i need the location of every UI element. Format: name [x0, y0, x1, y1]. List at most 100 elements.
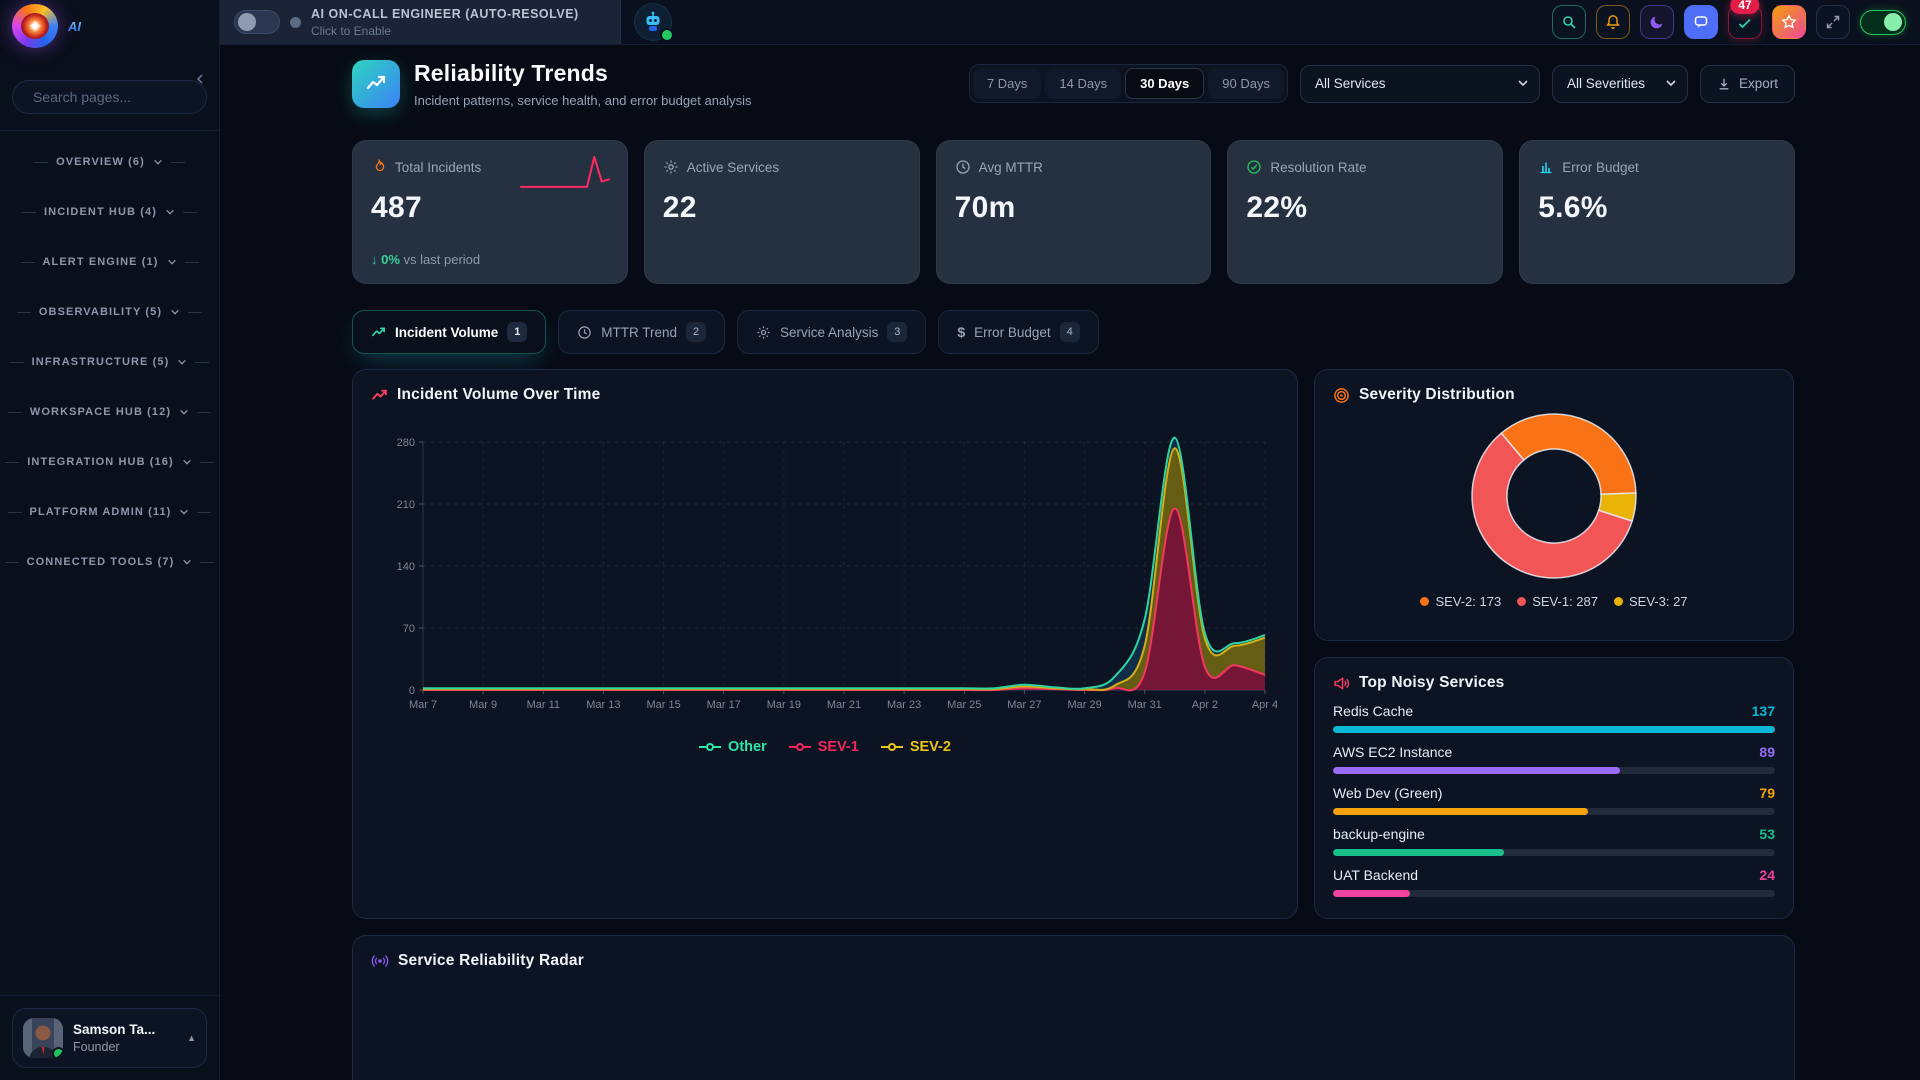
top-noisy-services-panel: Top Noisy Services Redis Cache137 AWS EC…	[1314, 657, 1794, 919]
svg-text:Mar 23: Mar 23	[887, 699, 921, 711]
kpi-row: Total Incidents 487 ↓ 0% vs last period …	[352, 140, 1795, 284]
tab-service-analysis[interactable]: Service Analysis 3	[737, 310, 926, 354]
notification-count-badge: 47	[1730, 0, 1759, 14]
svg-text:Apr 2: Apr 2	[1192, 699, 1218, 711]
tab-badge: 3	[887, 322, 907, 342]
sidebar-item-platform-admin[interactable]: PLATFORM ADMIN (11)	[0, 487, 219, 537]
ai-oncall-toggle-section[interactable]: AI ON-CALL ENGINEER (AUTO-RESOLVE) Click…	[220, 0, 620, 44]
tab-error-budget[interactable]: $ Error Budget 4	[938, 310, 1098, 354]
chart-title: Severity Distribution	[1359, 386, 1515, 404]
sidebar-item-infrastructure[interactable]: INFRASTRUCTURE (5)	[0, 337, 219, 387]
noisy-service-row: Web Dev (Green)79	[1333, 785, 1775, 815]
svg-text:70: 70	[403, 623, 415, 635]
theme-toggle[interactable]	[1860, 10, 1906, 35]
export-button[interactable]: Export	[1700, 65, 1795, 103]
flame-icon	[371, 159, 387, 175]
incident-volume-panel: Incident Volume Over Time 070140210280Ma…	[352, 369, 1298, 919]
trending-up-icon	[364, 72, 388, 96]
star-icon	[1781, 14, 1797, 30]
favorites-button[interactable]	[1772, 5, 1806, 39]
caret-up-icon: ▲	[187, 1033, 196, 1043]
user-name: Samson Ta...	[73, 1022, 177, 1037]
user-role: Founder	[73, 1040, 177, 1054]
caret-down-icon	[1666, 80, 1676, 87]
sidebar-item-connected-tools[interactable]: CONNECTED TOOLS (7)	[0, 537, 219, 587]
legend-sev1[interactable]: SEV-1	[789, 739, 859, 755]
view-tabs: Incident Volume 1 MTTR Trend 2 Service A…	[352, 310, 1795, 354]
dollar-icon: $	[957, 324, 965, 340]
page-subtitle: Incident patterns, service health, and e…	[414, 93, 751, 108]
check-circle-icon	[1246, 159, 1262, 175]
incident-volume-chart: 070140210280Mar 7Mar 9Mar 11Mar 13Mar 15…	[371, 412, 1277, 724]
legend-other[interactable]: Other	[699, 739, 767, 755]
avatar	[23, 1018, 63, 1058]
tab-incident-volume[interactable]: Incident Volume 1	[352, 310, 546, 354]
svg-text:Mar 25: Mar 25	[947, 699, 981, 711]
kpi-error-budget: Error Budget 5.6%	[1519, 140, 1795, 284]
app-logo[interactable]: AI	[0, 0, 219, 52]
ai-toggle-title: AI ON-CALL ENGINEER (AUTO-RESOLVE)	[311, 7, 579, 21]
ai-oncall-toggle[interactable]	[234, 10, 280, 34]
chat-button[interactable]	[1684, 5, 1718, 39]
incidents-button[interactable]: 47	[1728, 5, 1762, 39]
ai-status-dot	[290, 17, 301, 28]
chart-title: Service Reliability Radar	[398, 952, 584, 970]
chevron-down-icon	[167, 258, 177, 266]
sidebar-collapse-button[interactable]	[191, 70, 209, 88]
service-reliability-radar-panel: Service Reliability Radar	[352, 935, 1795, 1080]
chevron-down-icon	[165, 208, 175, 216]
svg-text:Mar 31: Mar 31	[1128, 699, 1162, 711]
noisy-service-row: UAT Backend24	[1333, 867, 1775, 897]
kpi-total-incidents: Total Incidents 487 ↓ 0% vs last period	[352, 140, 628, 284]
range-90-days-button[interactable]: 90 Days	[1208, 68, 1284, 99]
dark-mode-button[interactable]	[1640, 5, 1674, 39]
progress-bar	[1333, 849, 1775, 856]
time-range-group: 7 Days 14 Days 30 Days 90 Days	[969, 64, 1288, 103]
search-input[interactable]	[33, 89, 214, 105]
fullscreen-button[interactable]	[1816, 5, 1850, 39]
chevron-down-icon	[179, 508, 189, 516]
svg-text:Mar 9: Mar 9	[469, 699, 497, 711]
ai-assistant-button[interactable]	[635, 4, 671, 40]
sidebar-item-observability[interactable]: OBSERVABILITY (5)	[0, 287, 219, 337]
kpi-delta: ↓ 0% vs last period	[371, 252, 480, 267]
tab-mttr-trend[interactable]: MTTR Trend 2	[558, 310, 725, 354]
severity-distribution-panel: Severity Distribution SEV-2: 173SEV-1: 2…	[1314, 369, 1794, 641]
ai-assistant-cell	[620, 0, 684, 44]
expand-icon	[1825, 14, 1841, 30]
chart-title: Top Noisy Services	[1359, 674, 1504, 692]
severities-filter-select[interactable]: All Severities	[1552, 65, 1688, 103]
range-30-days-button[interactable]: 30 Days	[1125, 68, 1204, 99]
logo-ai-label: AI	[68, 19, 81, 34]
search-button[interactable]	[1552, 5, 1586, 39]
svg-text:280: 280	[397, 437, 415, 449]
svg-text:Mar 27: Mar 27	[1007, 699, 1041, 711]
services-filter-select[interactable]: All Services	[1300, 65, 1540, 103]
chart-title: Incident Volume Over Time	[397, 386, 600, 404]
sidebar-item-overview[interactable]: OVERVIEW (6)	[0, 137, 219, 187]
svg-text:Mar 13: Mar 13	[586, 699, 620, 711]
progress-bar	[1333, 726, 1775, 733]
moon-icon	[1649, 14, 1665, 30]
svg-text:Mar 11: Mar 11	[527, 699, 560, 711]
bar-chart-icon	[1538, 159, 1554, 175]
sidebar-item-incident-hub[interactable]: INCIDENT HUB (4)	[0, 187, 219, 237]
user-profile[interactable]: Samson Ta... Founder ▲	[12, 1008, 207, 1068]
tab-badge: 1	[507, 322, 527, 342]
range-14-days-button[interactable]: 14 Days	[1045, 68, 1121, 99]
chevron-down-icon	[179, 408, 189, 416]
caret-down-icon	[1518, 80, 1528, 87]
arrow-down-icon: ↓	[371, 252, 378, 267]
progress-bar	[1333, 890, 1775, 897]
sidebar-item-integration-hub[interactable]: INTEGRATION HUB (16)	[0, 437, 219, 487]
chevron-down-icon	[182, 558, 192, 566]
range-7-days-button[interactable]: 7 Days	[973, 68, 1041, 99]
trending-up-icon	[371, 387, 388, 404]
donut-legend-item: SEV-1: 287	[1517, 594, 1598, 609]
notifications-button[interactable]	[1596, 5, 1630, 39]
logo-icon	[12, 4, 58, 48]
svg-text:Mar 19: Mar 19	[767, 699, 801, 711]
legend-sev2[interactable]: SEV-2	[881, 739, 951, 755]
sidebar-item-workspace-hub[interactable]: WORKSPACE HUB (12)	[0, 387, 219, 437]
sidebar-item-alert-engine[interactable]: ALERT ENGINE (1)	[0, 237, 219, 287]
